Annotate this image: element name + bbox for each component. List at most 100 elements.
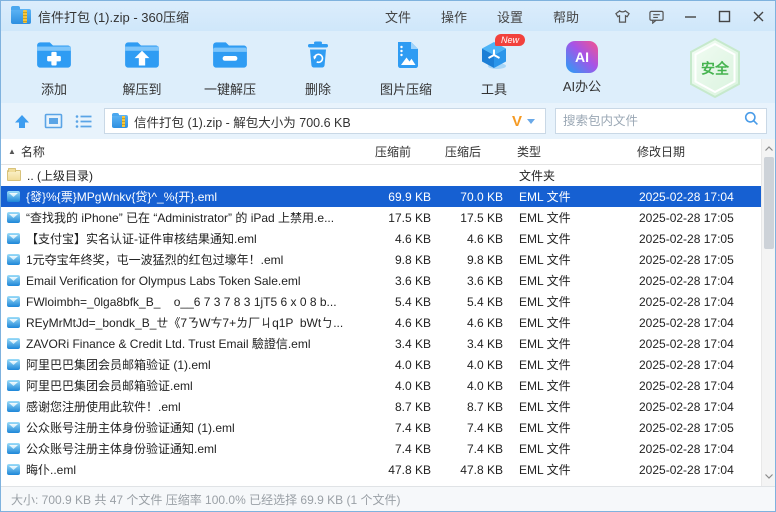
size-before: 17.5 KB xyxy=(367,211,437,225)
maximize-icon[interactable] xyxy=(715,8,733,24)
statusbar: 大小: 700.9 KB 共 47 个文件 压缩率 100.0% 已经选择 69… xyxy=(1,486,775,511)
size-after: 3.6 KB xyxy=(437,274,509,288)
menu-settings[interactable]: 设置 xyxy=(497,7,523,26)
table-row[interactable]: 公众账号注册主体身份验证通知.eml 7.4 KB 7.4 KB EML 文件 … xyxy=(1,438,761,459)
size-before: 8.7 KB xyxy=(367,400,437,414)
file-name: “查找我的 iPhone” 已在 “Administrator” 的 iPad … xyxy=(26,209,334,226)
search-input[interactable] xyxy=(563,114,738,128)
menubar: 文件 操作 设置 帮助 xyxy=(385,7,579,26)
file-date: 2025-02-28 17:05 xyxy=(629,211,761,225)
table-row[interactable]: .. (上级目录) 文件夹 xyxy=(1,165,761,186)
table-row[interactable]: REyMrMtJd=_bondk_B_ㄝ《7ㄋWㄘ7+ㄌ厂ㄐq1P bWtㄅ..… xyxy=(1,312,761,333)
file-type: 文件夹 xyxy=(509,167,629,184)
toolbar: 添加 解压到 一键解压 删除 图片压缩 New xyxy=(1,31,775,103)
table-row[interactable]: 公众账号注册主体身份验证通知 (1).eml 7.4 KB 7.4 KB EML… xyxy=(1,417,761,438)
scrollbar-thumb[interactable] xyxy=(764,157,774,249)
table-row[interactable]: Email Verification for Olympus Labs Toke… xyxy=(1,270,761,291)
file-icon xyxy=(7,338,20,349)
size-after: 4.6 KB xyxy=(437,316,509,330)
up-arrow-icon[interactable] xyxy=(11,110,33,132)
toolbar-label: AI办公 xyxy=(563,76,601,95)
toolbar-label: 解压到 xyxy=(122,79,161,98)
file-name: .. (上级目录) xyxy=(27,167,93,184)
sort-ascending-icon: ▲ xyxy=(8,147,16,156)
file-type: EML 文件 xyxy=(509,188,629,205)
table-row[interactable]: 晦仆..eml 47.8 KB 47.8 KB EML 文件 2025-02-2… xyxy=(1,459,761,480)
menu-actions[interactable]: 操作 xyxy=(441,7,467,26)
size-after: 47.8 KB xyxy=(437,463,509,477)
feedback-icon[interactable] xyxy=(647,8,665,24)
delete-button[interactable]: 删除 xyxy=(279,36,357,100)
security-badge-label: 安全 xyxy=(701,61,730,77)
add-button[interactable]: 添加 xyxy=(15,36,93,100)
titlebar: 信件打包 (1).zip - 360压缩 文件 操作 设置 帮助 xyxy=(1,1,775,31)
image-compress-button[interactable]: 图片压缩 xyxy=(367,36,445,100)
status-text: 大小: 700.9 KB 共 47 个文件 压缩率 100.0% 已经选择 69… xyxy=(11,491,400,508)
file-name: 公众账号注册主体身份验证通知 (1).eml xyxy=(26,419,235,436)
close-icon[interactable] xyxy=(749,8,767,24)
file-date: 2025-02-28 17:04 xyxy=(629,379,761,393)
file-icon xyxy=(7,275,20,286)
extract-to-button[interactable]: 解压到 xyxy=(103,36,181,100)
format-letter: V xyxy=(512,113,522,130)
list-view-icon[interactable] xyxy=(73,110,95,132)
preview-pane-icon[interactable] xyxy=(42,110,64,132)
scroll-up-icon[interactable] xyxy=(762,141,775,156)
menu-help[interactable]: 帮助 xyxy=(553,7,579,26)
file-name: ZAVORi Finance & Credit Ltd. Trust Email… xyxy=(26,335,311,352)
column-header-size-after[interactable]: 压缩后 xyxy=(437,143,509,160)
size-after: 4.0 KB xyxy=(437,358,509,372)
size-before: 4.0 KB xyxy=(367,379,437,393)
column-header-date[interactable]: 修改日期 xyxy=(629,143,761,160)
format-dropdown[interactable]: V xyxy=(508,113,539,130)
size-before: 4.6 KB xyxy=(367,316,437,330)
file-type: EML 文件 xyxy=(509,293,629,310)
size-after: 70.0 KB xyxy=(437,190,509,204)
table-row[interactable]: 感谢您注册使用此软件！.eml 8.7 KB 8.7 KB EML 文件 202… xyxy=(1,396,761,417)
security-badge[interactable]: 安全 xyxy=(687,37,743,99)
minimize-icon[interactable] xyxy=(681,8,699,24)
search-icon[interactable] xyxy=(744,111,759,131)
table-row[interactable]: ZAVORi Finance & Credit Ltd. Trust Email… xyxy=(1,333,761,354)
column-header-size-before[interactable]: 压缩前 xyxy=(367,143,437,160)
one-click-extract-icon xyxy=(211,39,249,76)
folder-add-icon xyxy=(35,39,73,76)
toolbar-label: 一键解压 xyxy=(204,79,256,98)
table-row[interactable]: “查找我的 iPhone” 已在 “Administrator” 的 iPad … xyxy=(1,207,761,228)
table-row[interactable]: 【支付宝】实名认证-证件审核结果通知.eml 4.6 KB 4.6 KB EML… xyxy=(1,228,761,249)
file-date: 2025-02-28 17:05 xyxy=(629,253,761,267)
file-name: 感谢您注册使用此软件！.eml xyxy=(26,398,181,415)
new-badge: New xyxy=(495,34,525,46)
file-date: 2025-02-28 17:04 xyxy=(629,400,761,414)
file-icon xyxy=(7,212,20,223)
window-title: 信件打包 (1).zip - 360压缩 xyxy=(38,7,189,26)
file-name: 1元夺宝年终奖，屯一波猛烈的红包过壕年！.eml xyxy=(26,251,283,268)
table-row[interactable]: 1元夺宝年终奖，屯一波猛烈的红包过壕年！.eml 9.8 KB 9.8 KB E… xyxy=(1,249,761,270)
archive-path-box[interactable]: 信件打包 (1).zip - 解包大小为 700.6 KB V xyxy=(104,108,546,134)
file-icon xyxy=(7,443,20,454)
scroll-down-icon[interactable] xyxy=(762,469,775,484)
tools-button[interactable]: New 工具 xyxy=(455,36,533,100)
chevron-down-icon xyxy=(527,119,535,124)
one-click-extract-button[interactable]: 一键解压 xyxy=(191,36,269,100)
file-table-body: .. (上级目录) 文件夹 {發}%{票}MPgWnkv{贷}^_%{开}.em… xyxy=(1,165,761,480)
vertical-scrollbar[interactable] xyxy=(761,139,775,486)
column-header-name[interactable]: ▲ 名称 xyxy=(1,143,367,160)
column-header-type[interactable]: 类型 xyxy=(509,143,629,160)
file-type: EML 文件 xyxy=(509,272,629,289)
file-name: 公众账号注册主体身份验证通知.eml xyxy=(26,440,217,457)
table-row[interactable]: 阿里巴巴集团会员邮箱验证.eml 4.0 KB 4.0 KB EML 文件 20… xyxy=(1,375,761,396)
search-box[interactable] xyxy=(555,108,767,134)
theme-shirt-icon[interactable] xyxy=(613,8,631,24)
file-type: EML 文件 xyxy=(509,209,629,226)
table-row[interactable]: FWloimbh=_0lga8bfk_B_ o__6 7 3 7 8 3 1jT… xyxy=(1,291,761,312)
file-name: Email Verification for Olympus Labs Toke… xyxy=(26,274,301,288)
toolbar-label: 添加 xyxy=(41,79,67,98)
table-row[interactable]: 阿里巴巴集团会员邮箱验证 (1).eml 4.0 KB 4.0 KB EML 文… xyxy=(1,354,761,375)
table-row[interactable]: {發}%{票}MPgWnkv{贷}^_%{开}.eml 69.9 KB 70.0… xyxy=(1,186,761,207)
ai-office-button[interactable]: AI AI办公 xyxy=(543,36,621,100)
file-type: EML 文件 xyxy=(509,356,629,373)
table-header: ▲ 名称 压缩前 压缩后 类型 修改日期 xyxy=(1,139,761,165)
toolbar-label: 图片压缩 xyxy=(380,79,432,98)
menu-file[interactable]: 文件 xyxy=(385,7,411,26)
